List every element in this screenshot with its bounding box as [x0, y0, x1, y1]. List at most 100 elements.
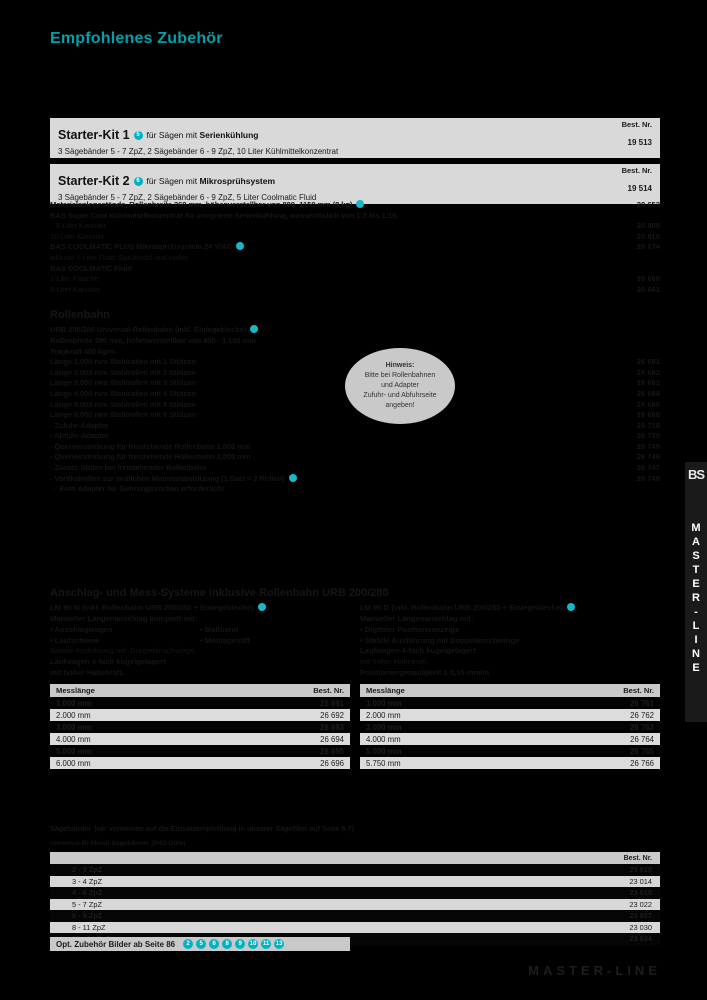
page-reference-badges: 2 5 6 8 9 10 11 13	[183, 939, 285, 949]
table-row: 1.000 mm 26 761	[360, 697, 660, 709]
starter-kit-1-block: Best. Nr. Starter-Kit 1 5 für Sägen mit …	[50, 118, 660, 158]
lm90m-bullet: • Laufschiene	[50, 635, 100, 645]
order-number: 26 692	[320, 710, 344, 720]
accessory-order-number: 20 810	[636, 231, 660, 241]
table-row: 4 - 6 ZpZ 23 018	[50, 887, 660, 899]
accessory-order-number: 26 718	[636, 420, 660, 430]
messlaenge-value: 3.000 mm	[366, 722, 402, 732]
table-row: 5.000 mm 26 765	[360, 745, 660, 757]
page-badge-icon[interactable]: 6	[209, 939, 220, 949]
table-row: 3.000 mm 26 763	[360, 721, 660, 733]
accessory-label: inklusiv 1 Liter Fluid, Sprühkopf und Ha…	[50, 252, 189, 262]
accessory-row: Materialanlagestände, Rollenbreite 260 m…	[50, 200, 660, 211]
order-number: 26 765	[630, 746, 654, 756]
accessory-row: 5-Liter Kanister 20 661	[50, 285, 660, 296]
accessory-order-number: 20 674	[636, 242, 660, 252]
accessory-label: Länge 6.000 mm Stahlrollen mit 6 Stützen	[50, 410, 196, 420]
accessory-label: Länge 3.000 mm Stahlrollen mit 3 Stützen	[50, 378, 196, 388]
accessory-order-number: 26 682	[636, 367, 660, 377]
accessory-row: - Zusatz-Stütze bei freistehender Rollen…	[50, 463, 660, 474]
order-number: 26 694	[320, 734, 344, 744]
column-header: Messlänge	[56, 686, 95, 695]
table-row: 1.000 mm 26 691	[50, 697, 350, 709]
accessory-order-number: 26 685	[636, 399, 660, 409]
starter-kit-2-number: 19 514	[627, 184, 652, 193]
catalog-page: Empfohlenes Zubehör Best. Nr. Starter-Ki…	[0, 0, 707, 1000]
bestnr-label: Best. Nr.	[621, 166, 652, 175]
page-badge-icon[interactable]: 13	[274, 939, 285, 949]
starter-kit-2-block: Best. Nr. Starter-Kit 2 6 für Sägen mit …	[50, 164, 660, 204]
page-badge-icon[interactable]: 9	[235, 939, 246, 949]
lm90d-spec-column: LM 90 D (inkl. Rollenbahn URB 200/280 + …	[360, 603, 660, 679]
order-number: 26 695	[320, 746, 344, 756]
rollenbahn-heading: Rollenbahn	[50, 309, 110, 322]
saegebaender-note: (wir verweisen auf die Einsatzempfehlung…	[94, 824, 355, 833]
page-badge-icon[interactable]: 10	[248, 939, 259, 949]
order-number: 26 696	[320, 758, 344, 768]
kit-for-text: für Sägen mit Mikrosprühsystem	[146, 176, 276, 186]
table-row: 6 - 9 ZpZ 23 027	[50, 910, 660, 922]
kit-badge-icon: 6	[133, 176, 143, 186]
accessory-label: → Kein Adapter für Gehrungsvorbau erford…	[50, 484, 225, 494]
starter-kit-2-title: Starter-Kit 2 6 für Sägen mit Mikrosprüh…	[58, 175, 275, 188]
zahnteilung-value: 2 - 3 ZpZ	[72, 865, 103, 875]
page-badge-icon[interactable]: 5	[196, 939, 207, 949]
messlaenge-value: 3.000 mm	[56, 722, 92, 732]
messlaenge-table-lm90m: Messlänge Best. Nr. 1.000 mm 26 691 2.000 mm…	[50, 684, 350, 769]
accessory-row: Länge 6.000 mm Stahlrollen mit 6 Stützen…	[50, 410, 660, 421]
accessory-row: - Abfuhr-Adapter 26 719	[50, 431, 660, 442]
messlaenge-value: 6.000 mm	[56, 758, 91, 768]
lm90m-bullet: • Montagestift	[200, 635, 250, 645]
hinweis-line1: Bitte bei Rollenbahnen	[364, 371, 436, 379]
messlaenge-value: 1.000 mm	[366, 698, 402, 708]
page-badge-icon[interactable]: 11	[261, 939, 272, 949]
lm90m-spec-column: LM 90 M (inkl. Rollenbahn URB 200/280 + …	[50, 603, 350, 679]
lm90d-line: Laufwagen 4-fach kugelgelagert	[360, 646, 476, 656]
messlaenge-value: 5.750 mm	[366, 758, 401, 768]
accessory-order-number: 20 653	[636, 200, 660, 209]
order-number: 26 766	[630, 758, 654, 768]
lm90d-sub: Manueller Längenanschlag mit:	[360, 614, 474, 623]
accessory-label: - Vertikalrollen zur seitlichen Material…	[50, 473, 297, 483]
accessory-row: URB 200/280 Universal-Rollenbahn (inkl. …	[50, 325, 660, 336]
page-badge-icon[interactable]: 8	[222, 939, 233, 949]
hinweis-line4: angeben!	[385, 402, 415, 410]
accessory-label: URB 200/280 Universal-Rollenbahn (inkl. …	[50, 325, 259, 334]
accessory-order-number: 26 747	[636, 463, 660, 473]
accessory-row: 1-Liter Flasche 20 660	[50, 274, 660, 285]
accessory-label: - Zusatz-Stütze bei freistehender Rollen…	[50, 463, 207, 473]
table-row: 5 - 7 ZpZ 23 022	[50, 898, 660, 910]
optional-accessory-bar[interactable]: Opt. Zubehör Bilder ab Seite 86 2 5 6 8 9 10 1…	[50, 937, 350, 951]
side-tab[interactable]: BS MASTER-LINE	[685, 462, 707, 722]
bs-logo: BS	[687, 467, 705, 482]
accessory-row: - Vertikalrollen zur seitlichen Material…	[50, 473, 660, 485]
saegebaender-title: Sägebänder (wir verweisen auf die Einsat…	[50, 824, 355, 833]
accessory-row: 10-Liter Kanister 20 810	[50, 232, 660, 243]
order-number: 26 691	[320, 698, 344, 708]
messlaenge-value: 5.000 mm	[366, 746, 402, 756]
accessory-order-number: 26 686	[636, 410, 660, 420]
table-row: 2.000 mm 26 762	[360, 709, 660, 721]
accessory-row: - Querverstrebung für freistehende Rolle…	[50, 442, 660, 453]
accessory-row: Rollenbreite 280 mm, höhenverstellbar vo…	[50, 336, 660, 347]
column-header: Best. Nr.	[623, 686, 654, 695]
order-number: 26 762	[630, 710, 654, 720]
teal-dot-icon	[288, 473, 297, 482]
bestnr-label: Best. Nr.	[621, 120, 652, 129]
kit-name: Starter-Kit 1	[58, 128, 130, 142]
zahnteilung-value: 6 - 9 ZpZ	[72, 911, 103, 921]
accessory-order-number: 26 681	[636, 357, 660, 367]
accessory-row: → Kein Adapter für Gehrungsvorbau erford…	[50, 484, 660, 495]
accessory-label: - Zufuhr-Adapter	[50, 420, 109, 430]
messlaenge-value: 4.000 mm	[366, 734, 401, 744]
accessory-row: 5-Liter Kanister 20 805	[50, 221, 660, 232]
messlaenge-value: 4.000 mm	[56, 734, 91, 744]
side-tab-label: MASTER-LINE	[690, 522, 702, 676]
lm90d-bullet: • Stabile Ausführung mit Doppelanschwing…	[360, 635, 520, 645]
accessory-label: - Querverstrebung für freistehende Rolle…	[50, 441, 251, 451]
accessory-row: BAS COOLMATIC PLUS Mikrosprühsystem 24 V…	[50, 242, 660, 253]
hinweis-line2: und Adapter	[381, 381, 419, 389]
page-badge-icon[interactable]: 2	[183, 939, 194, 949]
table-row: 4.000 mm 26 694	[50, 733, 350, 745]
